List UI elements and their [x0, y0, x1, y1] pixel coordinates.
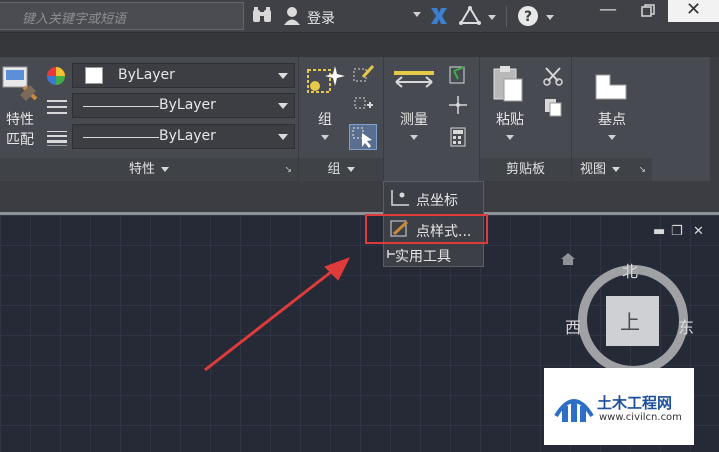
color-swatch: [85, 67, 103, 84]
ungroup-icon[interactable]: [353, 95, 375, 119]
tab-band: [0, 181, 719, 212]
login-dropdown[interactable]: 登录: [283, 3, 425, 30]
menu-footer-label: 实用工具: [395, 249, 451, 265]
base-point-icon[interactable]: [594, 71, 628, 105]
copy-icon[interactable]: [543, 97, 563, 121]
chevron-down-icon: [413, 12, 421, 17]
paste-icon[interactable]: [492, 65, 524, 107]
title-bar: 键入关键字或短语 登录 ? — ✕: [0, 0, 719, 33]
restore-button[interactable]: [628, 0, 668, 22]
menu-item-point-coordinate[interactable]: 点坐标: [384, 184, 483, 212]
calculator-icon[interactable]: [450, 127, 466, 151]
match-label-2: 匹配: [6, 132, 34, 148]
linetype-value: ByLayer: [159, 97, 216, 113]
lineweight-preview: [83, 137, 159, 138]
chevron-down-icon: [346, 167, 355, 172]
group-panel-title[interactable]: 组: [299, 158, 383, 181]
id-point-icon[interactable]: [448, 65, 468, 89]
color-select[interactable]: ByLayer: [72, 63, 295, 88]
minimize-button[interactable]: —: [588, 0, 628, 22]
group-selection-icon[interactable]: [349, 124, 377, 150]
group-title-text: 组: [327, 162, 341, 177]
watermark-logo-icon: [554, 386, 594, 430]
chevron-down-icon: [278, 134, 288, 140]
view-title-text: 视图: [580, 162, 607, 177]
properties-panel: 特性 匹配 ByLayer ByLayer ByLayer 特性 ↘: [0, 57, 299, 181]
viewport-close-icon[interactable]: ✕: [693, 224, 704, 239]
properties-panel-title[interactable]: 特性: [0, 158, 298, 181]
chevron-down-icon[interactable]: [321, 135, 329, 140]
network-triangle-icon[interactable]: [459, 6, 481, 30]
properties-title-text: 特性: [128, 162, 155, 177]
linetype-preview: [83, 106, 159, 107]
watermark-url: www.civilcn.com: [599, 412, 682, 423]
home-icon[interactable]: [561, 250, 575, 269]
linetype-icon[interactable]: [47, 98, 67, 120]
user-icon: [283, 6, 301, 30]
search-input[interactable]: 键入关键字或短语: [0, 2, 244, 30]
close-button[interactable]: ✕: [668, 0, 719, 22]
highlight-annotation: [365, 214, 488, 244]
point-coordinate-icon: [390, 189, 410, 211]
chevron-down-icon: [612, 167, 621, 172]
watermark-title: 土木工程网: [597, 394, 673, 412]
chevron-down-icon: [278, 103, 288, 109]
chevron-down-icon[interactable]: [546, 15, 554, 20]
group-label: 组: [318, 112, 332, 128]
group-icon[interactable]: [305, 64, 345, 106]
menu-item-label: 点坐标: [416, 193, 458, 209]
ribbon: 特性 匹配 ByLayer ByLayer ByLayer 特性 ↘ 组 组 测…: [0, 57, 710, 181]
exchange-x-icon[interactable]: [429, 7, 449, 29]
svg-text:?: ?: [524, 9, 532, 25]
viewport-restore-icon[interactable]: ❐: [671, 224, 683, 239]
compass-west[interactable]: 西: [565, 314, 581, 338]
match-properties-icon[interactable]: [2, 65, 40, 109]
chevron-down-icon: [161, 167, 169, 172]
clipboard-panel-title[interactable]: 剪贴板: [480, 158, 571, 181]
binoculars-icon[interactable]: [252, 6, 272, 28]
compass-east[interactable]: 东: [678, 314, 694, 338]
watermark: 土木工程网 www.civilcn.com: [544, 368, 694, 445]
viewport-minimize-icon[interactable]: ▬: [653, 224, 665, 239]
utilities-panel: 测量: [384, 57, 480, 181]
clipboard-panel: 粘贴 剪贴板: [480, 57, 572, 181]
base-point-label: 基点: [598, 112, 626, 128]
menu-strip: [0, 33, 719, 57]
point-icon[interactable]: [448, 95, 468, 119]
lineweight-icon[interactable]: [47, 129, 67, 151]
viewcube-top-face[interactable]: 上: [606, 296, 659, 346]
measure-label: 测量: [400, 112, 428, 128]
color-wheel-icon[interactable]: [46, 66, 66, 90]
toolbar-divider: [506, 6, 507, 27]
lineweight-value: ByLayer: [159, 128, 216, 144]
view-panel: 基点 视图 ↘: [572, 57, 652, 181]
measure-icon[interactable]: [394, 71, 434, 97]
help-icon[interactable]: ?: [517, 5, 539, 31]
chevron-down-icon[interactable]: [506, 135, 514, 140]
chevron-down-icon: [278, 73, 288, 79]
lineweight-select[interactable]: ByLayer: [72, 124, 295, 149]
cut-icon[interactable]: [543, 66, 563, 90]
login-label: 登录: [307, 11, 335, 27]
menu-footer-utilities[interactable]: 实用工具: [384, 246, 483, 266]
panel-launcher-icon[interactable]: ↘: [284, 165, 292, 175]
compass-north[interactable]: 北: [622, 258, 638, 282]
paste-label: 粘贴: [496, 112, 524, 128]
chevron-down-icon[interactable]: [410, 135, 418, 140]
panel-launcher-icon[interactable]: ↘: [638, 165, 646, 175]
viewcube-face-label: 上: [620, 310, 640, 334]
chevron-down-icon[interactable]: [488, 15, 496, 20]
group-edit-icon[interactable]: [353, 63, 375, 87]
group-panel: 组 组: [299, 57, 384, 181]
linetype-select[interactable]: ByLayer: [72, 93, 295, 118]
match-label-1: 特性: [6, 112, 34, 128]
clipboard-title-text: 剪贴板: [505, 162, 545, 177]
chevron-down-icon[interactable]: [608, 135, 616, 140]
color-value: ByLayer: [118, 67, 175, 83]
